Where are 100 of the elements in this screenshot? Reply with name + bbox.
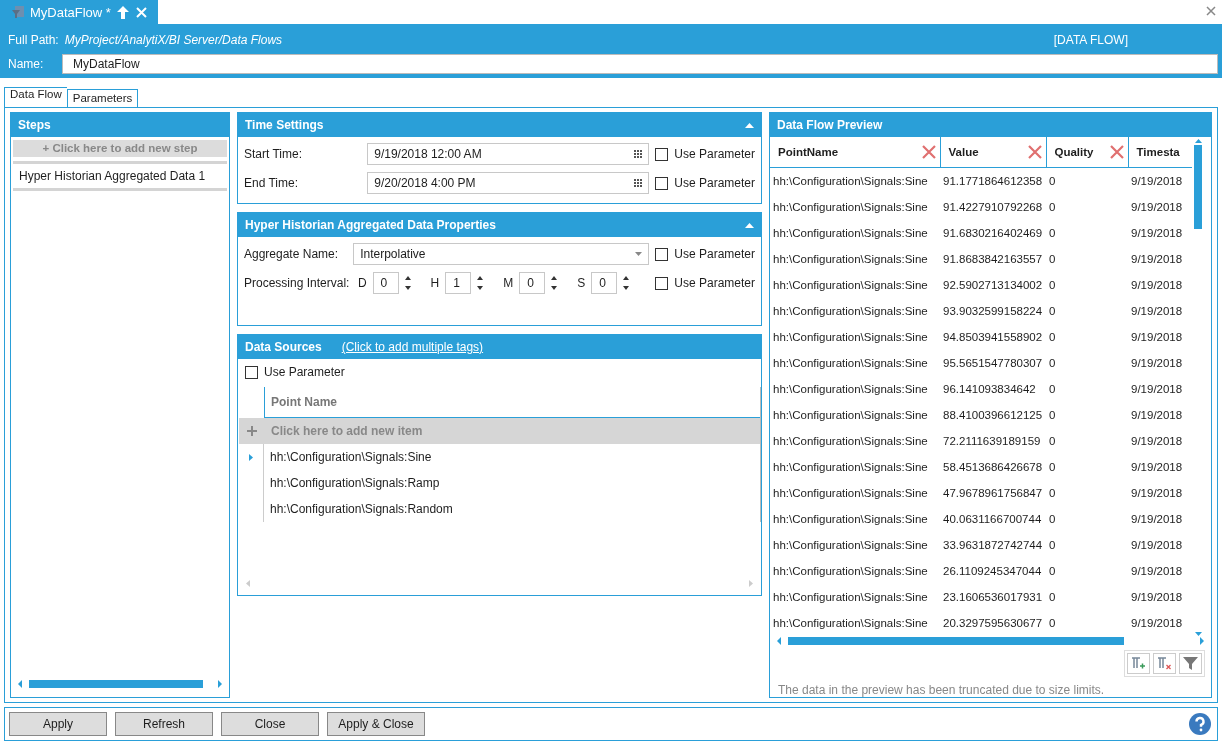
full-path: MyProject/AnalytiX/BI Server/Data Flows	[64, 33, 283, 47]
scroll-left-icon	[17, 680, 23, 688]
table-cell-text: 20.3297595630677	[942, 616, 1044, 631]
table-cell: 9/19/2018	[1128, 167, 1192, 194]
scroll-right-icon	[217, 680, 223, 688]
panel-title: Data Sources	[245, 340, 322, 354]
date-time-field[interactable]: 9/19/2018 12:00 AM	[367, 143, 650, 165]
pin-icon	[115, 4, 130, 20]
use-parameter-checkbox[interactable]: Use Parameter	[655, 147, 755, 161]
table-cell-text: 9/19/2018	[1130, 382, 1184, 397]
unit-label: D	[357, 276, 367, 290]
add-column-button[interactable]	[1127, 653, 1150, 674]
table-cell-text: 0	[1048, 226, 1057, 241]
close-icon	[134, 5, 148, 19]
table-cell-text: hh:\Configuration\Signals:Sine	[772, 408, 929, 423]
table-cell-text: 92.5902713134002	[942, 278, 1044, 293]
unit-label: S	[577, 276, 586, 290]
table-cell-text: hh:\Configuration\Signals:Sine	[772, 538, 929, 553]
spinner-icon	[404, 276, 411, 290]
table-cell-text: 9/19/2018	[1130, 538, 1184, 553]
table-cell-text: 0	[1048, 382, 1057, 397]
table-cell-text: 91.8683842163557	[942, 252, 1044, 267]
table-cell-text: 9/19/2018	[1130, 304, 1184, 319]
table-cell-text: 0	[1048, 616, 1057, 631]
number-field[interactable]: 0	[519, 272, 546, 294]
table-cell-text: hh:\Configuration\Signals:Sine	[772, 460, 929, 475]
use-parameter-checkbox[interactable]: Use Parameter	[655, 247, 755, 261]
table-cell-text: hh:\Configuration\Signals:Sine	[772, 616, 929, 631]
tab[interactable]: Data Flow	[4, 87, 67, 107]
scroll-right-icon	[749, 580, 753, 587]
aggregate-dropdown[interactable]: Interpolative	[353, 243, 650, 265]
number-field[interactable]: 1	[445, 272, 472, 294]
field-label: Processing Interval:	[244, 276, 351, 290]
tab[interactable]: Parameters	[66, 89, 139, 107]
column-header[interactable]: Quality	[1046, 137, 1128, 168]
number-field[interactable]: 0	[372, 272, 399, 294]
unit-label: H	[430, 276, 440, 290]
field-label: Start Time:	[244, 147, 303, 161]
table-cell-text: 0	[1048, 538, 1057, 553]
table-cell-text: 0	[1048, 512, 1057, 527]
table-cell-text: hh:\Configuration\Signals:Sine	[772, 330, 929, 345]
table-cell-text: hh:\Configuration\Signals:Ramp	[269, 476, 440, 490]
table-cell-text: hh:\Configuration\Signals:Sine	[772, 486, 929, 501]
table-cell-text: 40.0631166700744	[942, 512, 1043, 527]
name-field[interactable]: MyDataFlow	[62, 54, 1218, 74]
remove-column-button[interactable]	[1153, 653, 1176, 674]
use-parameter-checkbox[interactable]: Use Parameter	[655, 276, 755, 290]
spinner-icon	[623, 276, 630, 290]
scroll-left-icon	[246, 580, 250, 587]
document-title: MyDataFlow *	[30, 4, 111, 20]
table-cell-text: 72.2111639189159	[942, 434, 1042, 449]
table-cell-text: hh:\Configuration\Signals:Sine	[772, 512, 929, 527]
name-label: Name:	[8, 57, 45, 71]
table-cell-text: hh:\Configuration\Signals:Sine	[269, 450, 432, 464]
table-cell-text: hh:\Configuration\Signals:Sine	[772, 252, 929, 267]
table-cell-text: hh:\Configuration\Signals:Sine	[772, 356, 929, 371]
close-icon[interactable]	[1206, 6, 1216, 16]
column-header[interactable]: Timesta	[1128, 137, 1192, 168]
table-cell-text: hh:\Configuration\Signals:Sine	[772, 382, 929, 397]
action-button[interactable]: Close	[221, 712, 319, 736]
table-cell: 91.1771864612358	[940, 167, 1046, 194]
table-cell: 0	[1046, 167, 1128, 194]
table-cell-text: 0	[1048, 252, 1057, 267]
table-cell-text: 9/19/2018	[1130, 408, 1184, 423]
action-button[interactable]: Apply	[9, 712, 107, 736]
scrollbar-thumb[interactable]	[1194, 145, 1202, 229]
action-button[interactable]: Apply & Close	[327, 712, 425, 736]
filter-button[interactable]	[1179, 653, 1202, 674]
table-cell-text: 9/19/2018	[1130, 252, 1184, 267]
use-parameter-checkbox[interactable]: Use Parameter	[655, 176, 755, 190]
date-time-field[interactable]: 9/20/2018 4:00 PM	[367, 172, 650, 194]
table-cell-text: 0	[1048, 278, 1057, 293]
spinner-icon	[477, 276, 484, 290]
action-button[interactable]: Refresh	[115, 712, 213, 736]
scroll-down-icon	[1194, 632, 1202, 636]
table-cell: hh:\Configuration\Signals:Sine	[770, 167, 940, 194]
scrollbar-thumb[interactable]	[788, 637, 1124, 645]
field-label: End Time:	[244, 176, 300, 190]
table-cell-text: 91.4227910792268	[942, 200, 1044, 215]
calendar-icon	[634, 150, 643, 158]
scrollbar-thumb[interactable]	[29, 680, 203, 688]
use-parameter-checkbox[interactable]: Use Parameter	[245, 365, 345, 379]
table-cell-text: hh:\Configuration\Signals:Sine	[772, 278, 929, 293]
column-header[interactable]: Value	[940, 137, 1046, 168]
unit-label: M	[503, 276, 514, 290]
table-cell-text: 9/19/2018	[1130, 616, 1184, 631]
table-cell-text: 9/19/2018	[1130, 278, 1184, 293]
column-header[interactable]: PointName	[770, 137, 940, 168]
type-label: [DATA FLOW]	[1053, 33, 1128, 47]
full-path-label: Full Path:	[8, 33, 59, 47]
help-icon[interactable]	[1189, 713, 1211, 735]
table-cell-text: 9/19/2018	[1130, 330, 1184, 345]
table-cell-text: 0	[1048, 590, 1057, 605]
table-cell-text: 26.1109245347044	[942, 564, 1043, 579]
table-cell-text: 58.4513686426678	[942, 460, 1044, 475]
step-item[interactable]: Hyper Historian Aggregated Data 1	[13, 161, 227, 191]
number-field[interactable]: 0	[591, 272, 618, 294]
table-cell-text: 0	[1048, 330, 1057, 345]
table-cell-text: 9/19/2018	[1130, 486, 1184, 501]
scroll-up-icon	[1194, 139, 1202, 143]
